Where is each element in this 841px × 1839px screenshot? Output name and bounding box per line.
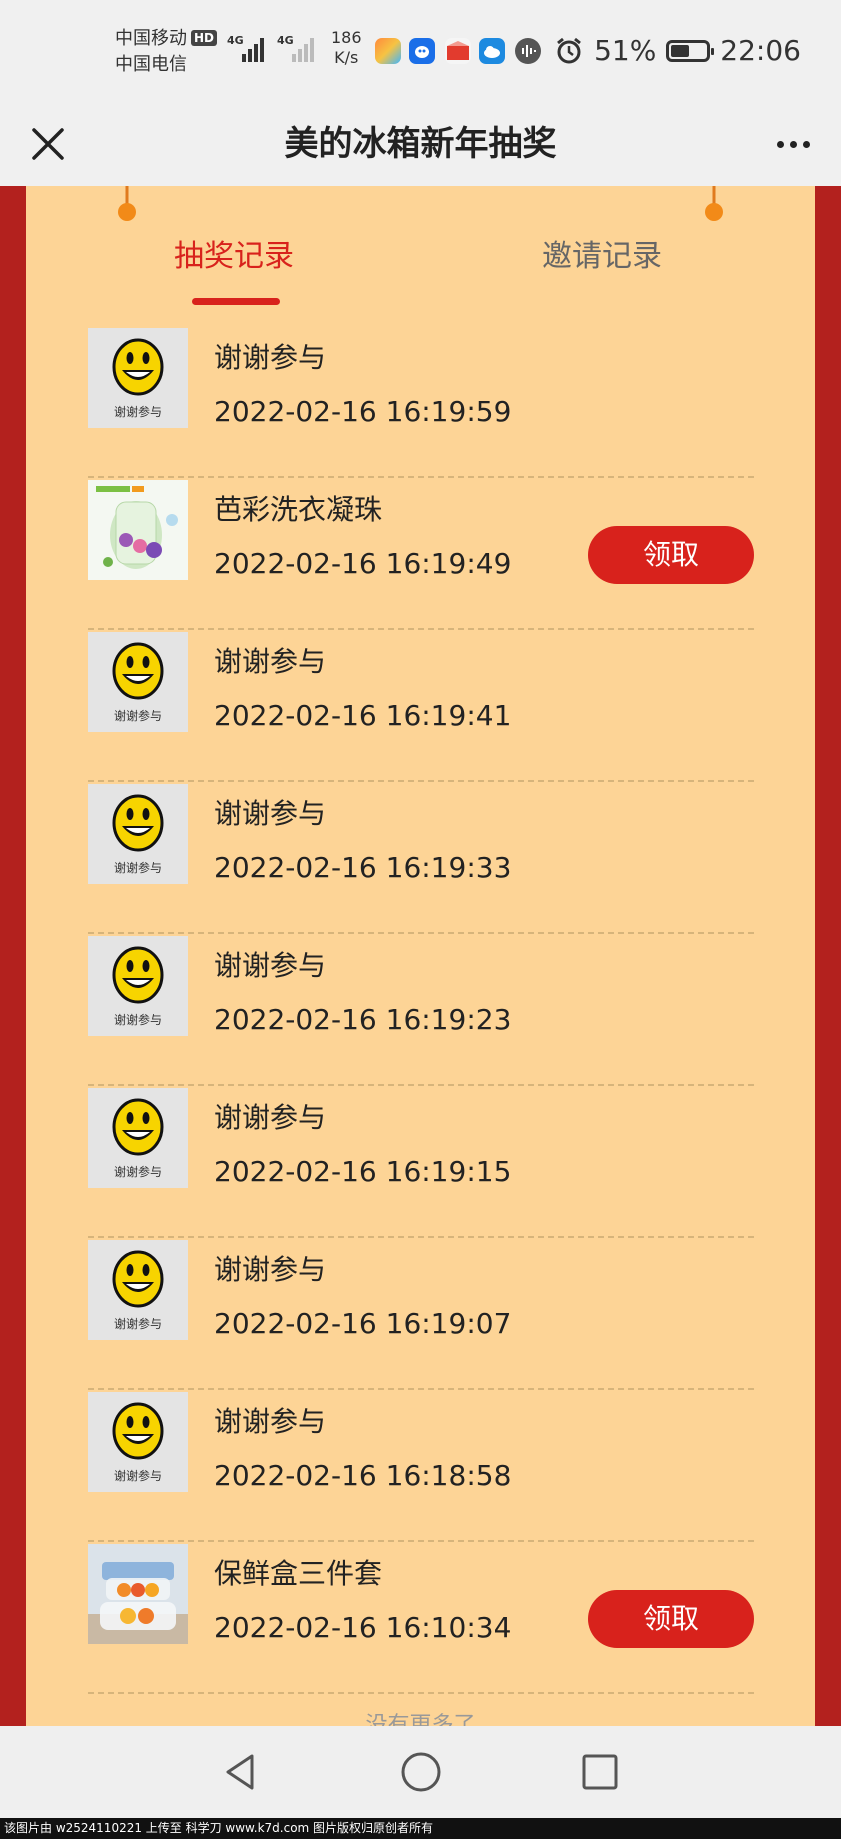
thanks-thumbnail: 谢谢参与 <box>88 1088 188 1188</box>
tab-invite-records[interactable]: 邀请记录 <box>542 232 662 282</box>
recents-square-icon <box>582 1754 618 1790</box>
battery-level <box>671 44 689 57</box>
speed-unit: K/s <box>334 48 359 67</box>
recents-button[interactable] <box>578 1750 622 1794</box>
watermark-bar: 该图片由 w2524110221 上传至 科学刀 www.k7d.com 图片版… <box>0 1818 841 1839</box>
laundry-pods-product-image <box>88 480 188 580</box>
prize-name: 谢谢参与 <box>214 645 327 678</box>
home-circle-icon <box>401 1752 441 1792</box>
thanks-thumbnail: 谢谢参与 <box>88 632 188 732</box>
record-row: 谢谢参与 谢谢参与 2022-02-16 16:19:41 <box>88 630 754 782</box>
prize-name: 谢谢参与 <box>214 1101 327 1134</box>
record-row: 谢谢参与 谢谢参与 2022-02-16 16:18:58 <box>88 1390 754 1542</box>
draw-timestamp: 2022-02-16 16:10:34 <box>214 1611 512 1644</box>
draw-timestamp: 2022-02-16 16:19:07 <box>214 1307 512 1340</box>
thanks-thumbnail: 谢谢参与 <box>88 784 188 884</box>
no-more-label: 没有更多了 <box>365 1713 476 1726</box>
prize-name: 谢谢参与 <box>214 341 327 374</box>
app-notification-icon <box>375 38 401 64</box>
clock: 22:06 <box>720 34 801 67</box>
prize-name: 谢谢参与 <box>214 1405 327 1438</box>
draw-timestamp: 2022-02-16 16:19:23 <box>214 1003 512 1036</box>
signal2-icon <box>292 32 314 62</box>
thumbnail-caption: 谢谢参与 <box>113 861 162 875</box>
prize-name: 谢谢参与 <box>214 949 327 982</box>
hanger-decoration-icon <box>118 186 136 221</box>
prize-thumbnail <box>88 480 188 580</box>
claim-prize-button[interactable]: 领取 <box>588 1590 754 1648</box>
draw-timestamp: 2022-02-16 16:19:41 <box>214 699 512 732</box>
prize-thumbnail <box>88 1544 188 1644</box>
record-list: 谢谢参与 谢谢参与 2022-02-16 16:19:59 芭彩洗衣凝珠 2022-02… <box>88 326 754 1694</box>
signal1-icon <box>242 32 264 62</box>
back-button[interactable] <box>218 1750 262 1794</box>
thumbnail-caption: 谢谢参与 <box>113 1013 162 1027</box>
claim-prize-button[interactable]: 领取 <box>588 526 754 584</box>
carrier-info: 中国移动 HD 中国电信 <box>115 26 218 78</box>
thanks-thumbnail: 谢谢参与 <box>88 1392 188 1492</box>
draw-timestamp: 2022-02-16 16:19:59 <box>214 395 512 428</box>
prize-name: 谢谢参与 <box>214 797 327 830</box>
app-notification-icon <box>409 38 435 64</box>
hd-badge: HD <box>191 30 218 46</box>
thumbnail-caption: 谢谢参与 <box>113 405 162 419</box>
food-container-product-image <box>88 1544 188 1644</box>
back-triangle-icon <box>226 1754 254 1790</box>
prize-name: 保鲜盒三件套 <box>214 1557 383 1590</box>
record-row: 谢谢参与 谢谢参与 2022-02-16 16:19:59 <box>88 326 754 478</box>
record-row: 芭彩洗衣凝珠 2022-02-16 16:19:49 领取 <box>88 478 754 630</box>
thumbnail-caption: 谢谢参与 <box>113 1469 162 1483</box>
page-title: 美的冰箱新年抽奖 <box>284 124 557 164</box>
status-bar: 中国移动 HD 中国电信 4G 4G 186 K/s 51% 22:06 <box>0 0 841 104</box>
smiley-face-icon <box>112 1098 164 1156</box>
draw-timestamp: 2022-02-16 16:19:15 <box>214 1155 512 1188</box>
thanks-thumbnail: 谢谢参与 <box>88 328 188 428</box>
smiley-face-icon <box>112 1402 164 1460</box>
active-tab-indicator <box>192 298 280 305</box>
network-speed: 186 K/s <box>331 28 362 68</box>
more-dots-icon <box>776 140 784 148</box>
hanger-decoration-icon <box>705 186 723 221</box>
thumbnail-caption: 谢谢参与 <box>113 1165 162 1179</box>
smiley-face-icon <box>112 946 164 1004</box>
audio-icon <box>515 38 541 64</box>
smiley-face-icon <box>112 794 164 852</box>
title-bar: 美的冰箱新年抽奖 <box>0 104 841 186</box>
smiley-face-icon <box>112 642 164 700</box>
alarm-icon <box>557 37 581 63</box>
smiley-face-icon <box>112 1250 164 1308</box>
thumbnail-caption: 谢谢参与 <box>113 1317 162 1331</box>
carrier1-label: 中国移动 <box>115 28 187 49</box>
record-row: 谢谢参与 谢谢参与 2022-02-16 16:19:07 <box>88 1238 754 1390</box>
tab-lottery-records[interactable]: 抽奖记录 <box>174 232 294 282</box>
app-notification-icon <box>445 38 471 64</box>
draw-timestamp: 2022-02-16 16:18:58 <box>214 1459 512 1492</box>
record-row: 谢谢参与 谢谢参与 2022-02-16 16:19:15 <box>88 1086 754 1238</box>
battery-icon <box>666 39 715 62</box>
battery-percent: 51% <box>594 34 657 67</box>
thanks-thumbnail: 谢谢参与 <box>88 936 188 1036</box>
thanks-thumbnail: 谢谢参与 <box>88 1240 188 1340</box>
home-button[interactable] <box>399 1750 443 1794</box>
more-options-button[interactable] <box>769 124 817 164</box>
system-navigation-bar <box>0 1726 841 1818</box>
carrier2-label: 中国电信 <box>115 54 187 75</box>
weather-icon <box>479 38 505 64</box>
status-right: 51% 22:06 <box>554 34 801 67</box>
prize-name: 谢谢参与 <box>214 1253 327 1286</box>
prize-name: 芭彩洗衣凝珠 <box>214 493 383 526</box>
smiley-face-icon <box>112 338 164 396</box>
record-row: 保鲜盒三件套 2022-02-16 16:10:34 领取 <box>88 1542 754 1694</box>
record-row: 谢谢参与 谢谢参与 2022-02-16 16:19:33 <box>88 782 754 934</box>
draw-timestamp: 2022-02-16 16:19:49 <box>214 547 512 580</box>
draw-timestamp: 2022-02-16 16:19:33 <box>214 851 512 884</box>
thumbnail-caption: 谢谢参与 <box>113 709 162 723</box>
record-row: 谢谢参与 谢谢参与 2022-02-16 16:19:23 <box>88 934 754 1086</box>
speed-value: 186 <box>331 28 362 47</box>
